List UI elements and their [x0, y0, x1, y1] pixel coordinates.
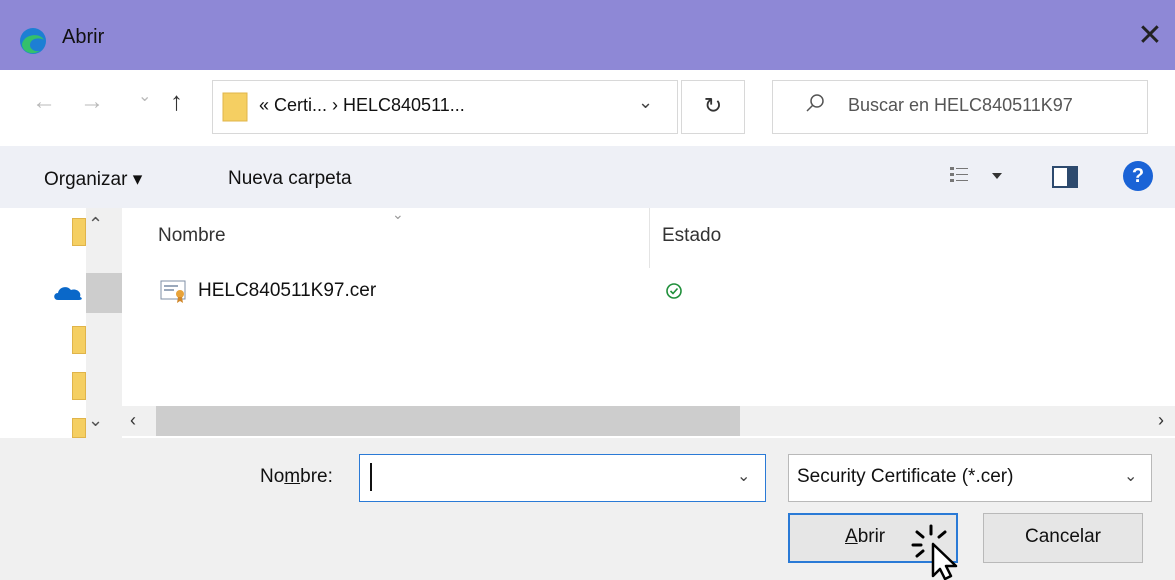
mouse-cursor-click-icon: [911, 524, 958, 580]
open-button-label: Abrir: [845, 526, 886, 547]
view-options-icon[interactable]: [948, 160, 1018, 190]
folder-icon[interactable]: [72, 372, 86, 400]
window-title: Abrir: [62, 26, 105, 48]
title-bar: [0, 0, 1175, 70]
file-name-input[interactable]: [359, 454, 766, 502]
address-path[interactable]: « Certi... › HELC840511...: [259, 95, 465, 116]
scrollbar-thumb[interactable]: [86, 273, 122, 313]
sync-status-check-icon: [666, 283, 682, 299]
search-placeholder[interactable]: Buscar en HELC840511K97: [848, 95, 1073, 116]
folder-icon[interactable]: [72, 326, 86, 354]
refresh-button[interactable]: ↻: [681, 80, 745, 134]
scroll-up-icon[interactable]: ⌃: [88, 214, 103, 235]
search-icon: [806, 94, 824, 112]
scroll-left-icon[interactable]: ‹: [130, 410, 136, 431]
navigation-pane-scrollbar[interactable]: [86, 208, 122, 438]
help-icon[interactable]: ?: [1123, 161, 1153, 191]
chevron-down-icon[interactable]: ⌄: [638, 92, 653, 113]
column-divider[interactable]: [649, 208, 650, 268]
folder-icon: [222, 92, 248, 122]
edge-browser-icon: [20, 28, 46, 54]
organize-menu-button[interactable]: Organizar ▾: [44, 168, 142, 191]
refresh-icon: ↻: [703, 93, 723, 118]
scroll-down-icon[interactable]: ⌄: [88, 410, 103, 431]
text-caret: [370, 463, 372, 491]
chevron-down-icon[interactable]: ⌄: [1124, 466, 1137, 486]
up-folder-button[interactable]: ↑: [170, 86, 183, 117]
column-header-name[interactable]: Nombre: [158, 225, 226, 247]
folder-icon[interactable]: [72, 418, 86, 438]
scroll-right-icon[interactable]: ›: [1158, 410, 1164, 431]
back-button[interactable]: ←: [32, 88, 56, 116]
chevron-down-icon[interactable]: ⌄: [737, 466, 750, 486]
sort-indicator-icon: ⌄: [392, 206, 404, 222]
file-name[interactable]: HELC840511K97.cer: [198, 280, 376, 302]
onedrive-cloud-icon[interactable]: [52, 282, 84, 302]
cancel-button-label: Cancelar: [1024, 526, 1102, 547]
file-type-value[interactable]: Security Certificate (*.cer): [797, 466, 1013, 488]
preview-pane-icon[interactable]: [1050, 164, 1088, 190]
close-button[interactable]: ✕: [1130, 16, 1170, 56]
file-name-label: Nombre:: [260, 466, 333, 487]
column-header-status[interactable]: Estado: [662, 225, 721, 247]
forward-button[interactable]: →: [80, 88, 104, 116]
new-folder-button[interactable]: Nueva carpeta: [228, 168, 352, 190]
certificate-file-icon: [160, 280, 186, 303]
scrollbar-thumb[interactable]: [156, 406, 740, 436]
recent-locations-button[interactable]: ⌄: [138, 86, 151, 106]
folder-icon[interactable]: [72, 218, 86, 246]
